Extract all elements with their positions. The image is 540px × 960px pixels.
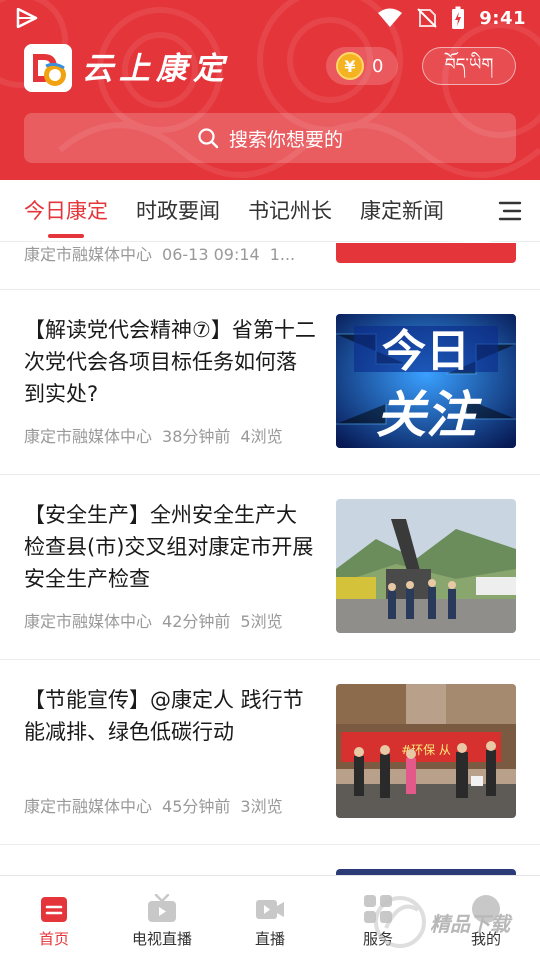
language-toggle-button[interactable]: བོད་ཡིག [422, 47, 516, 85]
nav-label: 直播 [254, 930, 285, 948]
item-time: 42分钟前 [162, 612, 231, 631]
list-item[interactable]: 【节能宣传】@康定人 践行节能减排、绿色低碳行动 康定市融媒体中心 45分钟前 3浏… [0, 660, 540, 845]
menu-icon[interactable] [496, 199, 524, 223]
list-item[interactable]: 【解读党代会精神⑦】省第十二次党代会各项目标任务如何落到实处? 康定市融媒体中心… [0, 290, 540, 475]
jinri-guanzhu-graphic: 今日 关注 [336, 314, 516, 448]
item-source: 康定市融媒体中心 [24, 427, 153, 446]
video-icon [256, 900, 284, 919]
search-placeholder: 搜索你想要的 [228, 128, 343, 151]
list-item[interactable]: 康定市融媒体中心 06-13 09:14 1... [0, 243, 540, 290]
item-time: 06-13 09:14 [162, 245, 260, 264]
search-bar[interactable]: 搜索你想要的 [24, 113, 516, 163]
wifi-icon [378, 8, 403, 27]
item-title: 【解读党代会精神⑦】省第十二次党代会各项目标任务如何落到实处? [24, 318, 316, 406]
street-event-photo: #环保 从 [336, 684, 516, 818]
nav-tv-live[interactable]: 电视直播 [108, 876, 216, 960]
item-time: 45分钟前 [162, 797, 231, 816]
thumb-text-top: 今日 [382, 326, 470, 377]
home-icon [41, 897, 67, 922]
item-thumbnail: 今日 关注 [336, 314, 516, 448]
item-meta: 康定市融媒体中心 42分钟前 5浏览 [24, 610, 293, 634]
construction-site-photo [336, 499, 516, 633]
coin-balance-button[interactable]: ¥ 0 [326, 47, 398, 85]
item-views: 1... [269, 245, 296, 264]
news-feed: 康定市融媒体中心 06-13 09:14 1... 【解读党代会精神⑦】省第十二次党… [0, 243, 540, 875]
app-title: 云上康定 [82, 51, 230, 87]
app-logo[interactable] [24, 44, 72, 92]
tv-icon [148, 894, 176, 922]
clock: 9:41 [479, 7, 526, 29]
watermark-text: 精品下载 [430, 912, 510, 936]
status-bar: 9:41 [0, 0, 540, 36]
no-sim-icon [417, 8, 437, 28]
tab-fade [440, 180, 490, 242]
thumb-text-bottom: 关注 [376, 386, 483, 444]
battery-charging-icon [452, 6, 465, 29]
nav-label: 首页 [38, 930, 69, 948]
tab-shizheng-yaowen[interactable]: 时政要闻 [136, 180, 220, 242]
item-meta: 康定市融媒体中心 45分钟前 3浏览 [24, 795, 293, 819]
tab-kangding-xinwen[interactable]: 康定新闻 [360, 180, 444, 242]
item-source: 康定市融媒体中心 [24, 245, 153, 264]
coin-count: 0 [372, 55, 384, 77]
item-thumbnail [336, 499, 516, 633]
item-source: 康定市融媒体中心 [24, 797, 153, 816]
active-tab-indicator [48, 234, 84, 238]
item-views: 5浏览 [240, 612, 283, 631]
nav-home[interactable]: 首页 [0, 876, 108, 960]
play-store-icon [16, 8, 38, 28]
list-item[interactable] [0, 845, 540, 875]
category-tabs: 今日康定 时政要闻 书记州长 康定新闻 乡 [0, 180, 540, 242]
item-title: 【节能宣传】@康定人 践行节能减排、绿色低碳行动 [24, 688, 304, 744]
tab-jinri-kangding[interactable]: 今日康定 [24, 180, 108, 242]
search-icon [198, 128, 219, 149]
nav-label: 电视直播 [131, 930, 192, 948]
coin-icon: ¥ [336, 52, 364, 80]
item-time: 38分钟前 [162, 427, 231, 446]
item-meta: 康定市融媒体中心 38分钟前 4浏览 [24, 425, 293, 449]
item-meta: 康定市融媒体中心 06-13 09:14 1... [24, 243, 305, 267]
item-thumbnail [336, 243, 516, 263]
item-source: 康定市融媒体中心 [24, 612, 153, 631]
logo-icon [24, 44, 72, 92]
tab-shuji-zhouzhang[interactable]: 书记州长 [248, 180, 332, 242]
app-title-row: 云上康定 ¥ 0 བོད་ཡིག [0, 44, 540, 94]
list-item[interactable]: 【安全生产】全州安全生产大检查县(市)交叉组对康定市开展安全生产检查 康定市融媒… [0, 475, 540, 660]
item-title: 【安全生产】全州安全生产大检查县(市)交叉组对康定市开展安全生产检查 [24, 503, 314, 591]
item-views: 3浏览 [240, 797, 283, 816]
app-header: 9:41 云上康定 ¥ 0 བོད་ཡིག 搜索你想要的 [0, 0, 540, 180]
item-thumbnail: #环保 从 [336, 684, 516, 818]
nav-live[interactable]: 直播 [216, 876, 324, 960]
item-views: 4浏览 [240, 427, 283, 446]
